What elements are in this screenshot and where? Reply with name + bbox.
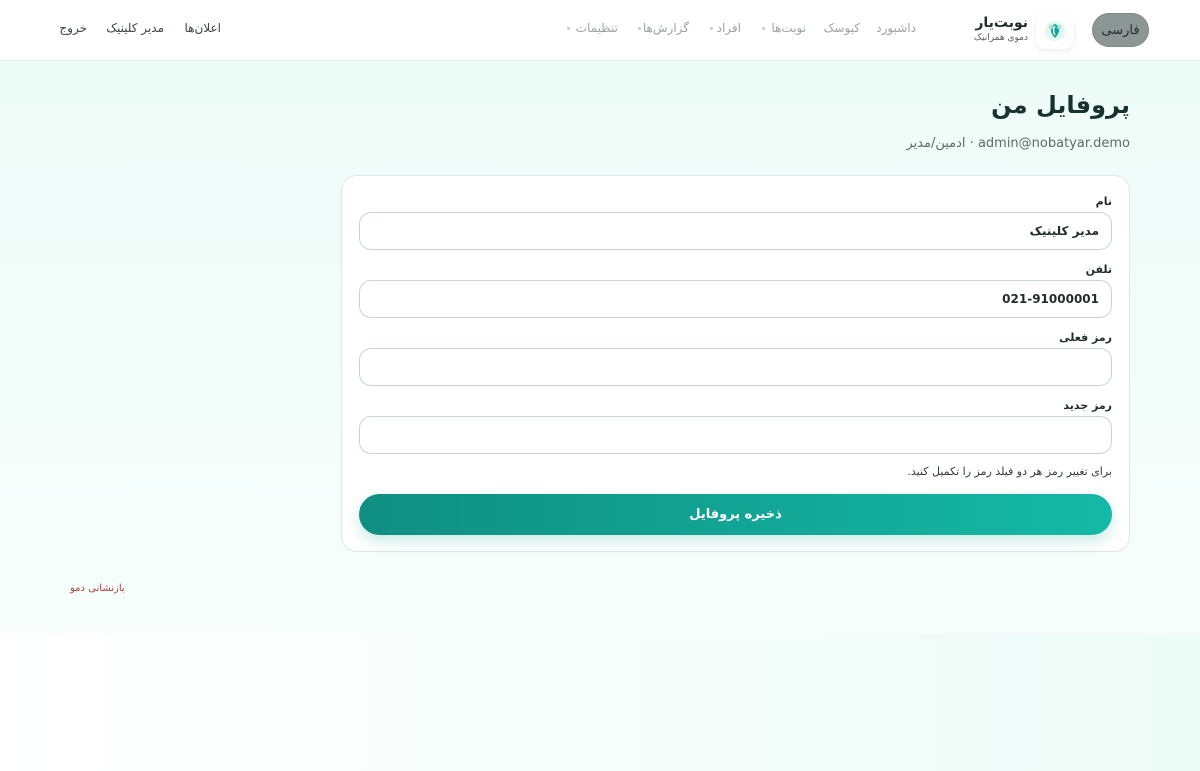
brand-name: نوبت‌یار	[975, 15, 1028, 31]
nav-dot	[710, 27, 713, 30]
user-name-link[interactable]: مدیر کلینیک	[106, 21, 164, 35]
save-profile-button[interactable]: ذخیره پروفایل	[359, 494, 1112, 535]
announcements-link[interactable]: اعلان‌ها	[185, 21, 221, 35]
new-password-input[interactable]	[359, 416, 1112, 454]
nav-reports[interactable]: گزارش‌ها	[643, 21, 689, 35]
current-password-label: رمز فعلی	[1059, 331, 1112, 344]
phone-label: تلفن	[1085, 263, 1112, 276]
new-password-label: رمز جدید	[1063, 399, 1112, 412]
logout-link[interactable]: خروج	[59, 21, 87, 35]
top-bar: فارسی نوبت‌یار دموی همرانیک داشبورد کیوس…	[0, 0, 1200, 61]
name-input[interactable]	[359, 212, 1112, 250]
language-button[interactable]: فارسی	[1092, 13, 1149, 47]
page-background-bottom	[0, 633, 1200, 771]
nav-kiosk[interactable]: کیوسک	[824, 21, 860, 35]
nav-dot	[762, 27, 765, 30]
current-password-input[interactable]	[359, 348, 1112, 386]
nav-people[interactable]: افراد	[717, 21, 741, 35]
leaf-shield-icon	[1045, 21, 1065, 41]
brand-logo[interactable]	[1036, 13, 1074, 49]
page-subtitle: admin@nobatyar.demo · ادمین/مدیر	[906, 136, 1130, 151]
phone-input[interactable]	[359, 280, 1112, 318]
reset-demo-link[interactable]: بازنشانی دمو	[70, 583, 125, 594]
name-label: نام	[1095, 195, 1112, 208]
brand-subtitle: دموی همرانیک	[973, 33, 1028, 43]
password-hint: برای تغییر رمز هر دو فیلد رمز را تکمیل ک…	[907, 465, 1112, 478]
page-title: پروفایل من	[991, 91, 1130, 119]
nav-appointments[interactable]: نوبت‌ها	[771, 21, 806, 35]
nav-dot	[567, 27, 570, 30]
nav-dot	[638, 27, 641, 30]
nav-dashboard[interactable]: داشبورد	[876, 21, 916, 35]
nav-settings[interactable]: تنظیمات	[576, 21, 618, 35]
